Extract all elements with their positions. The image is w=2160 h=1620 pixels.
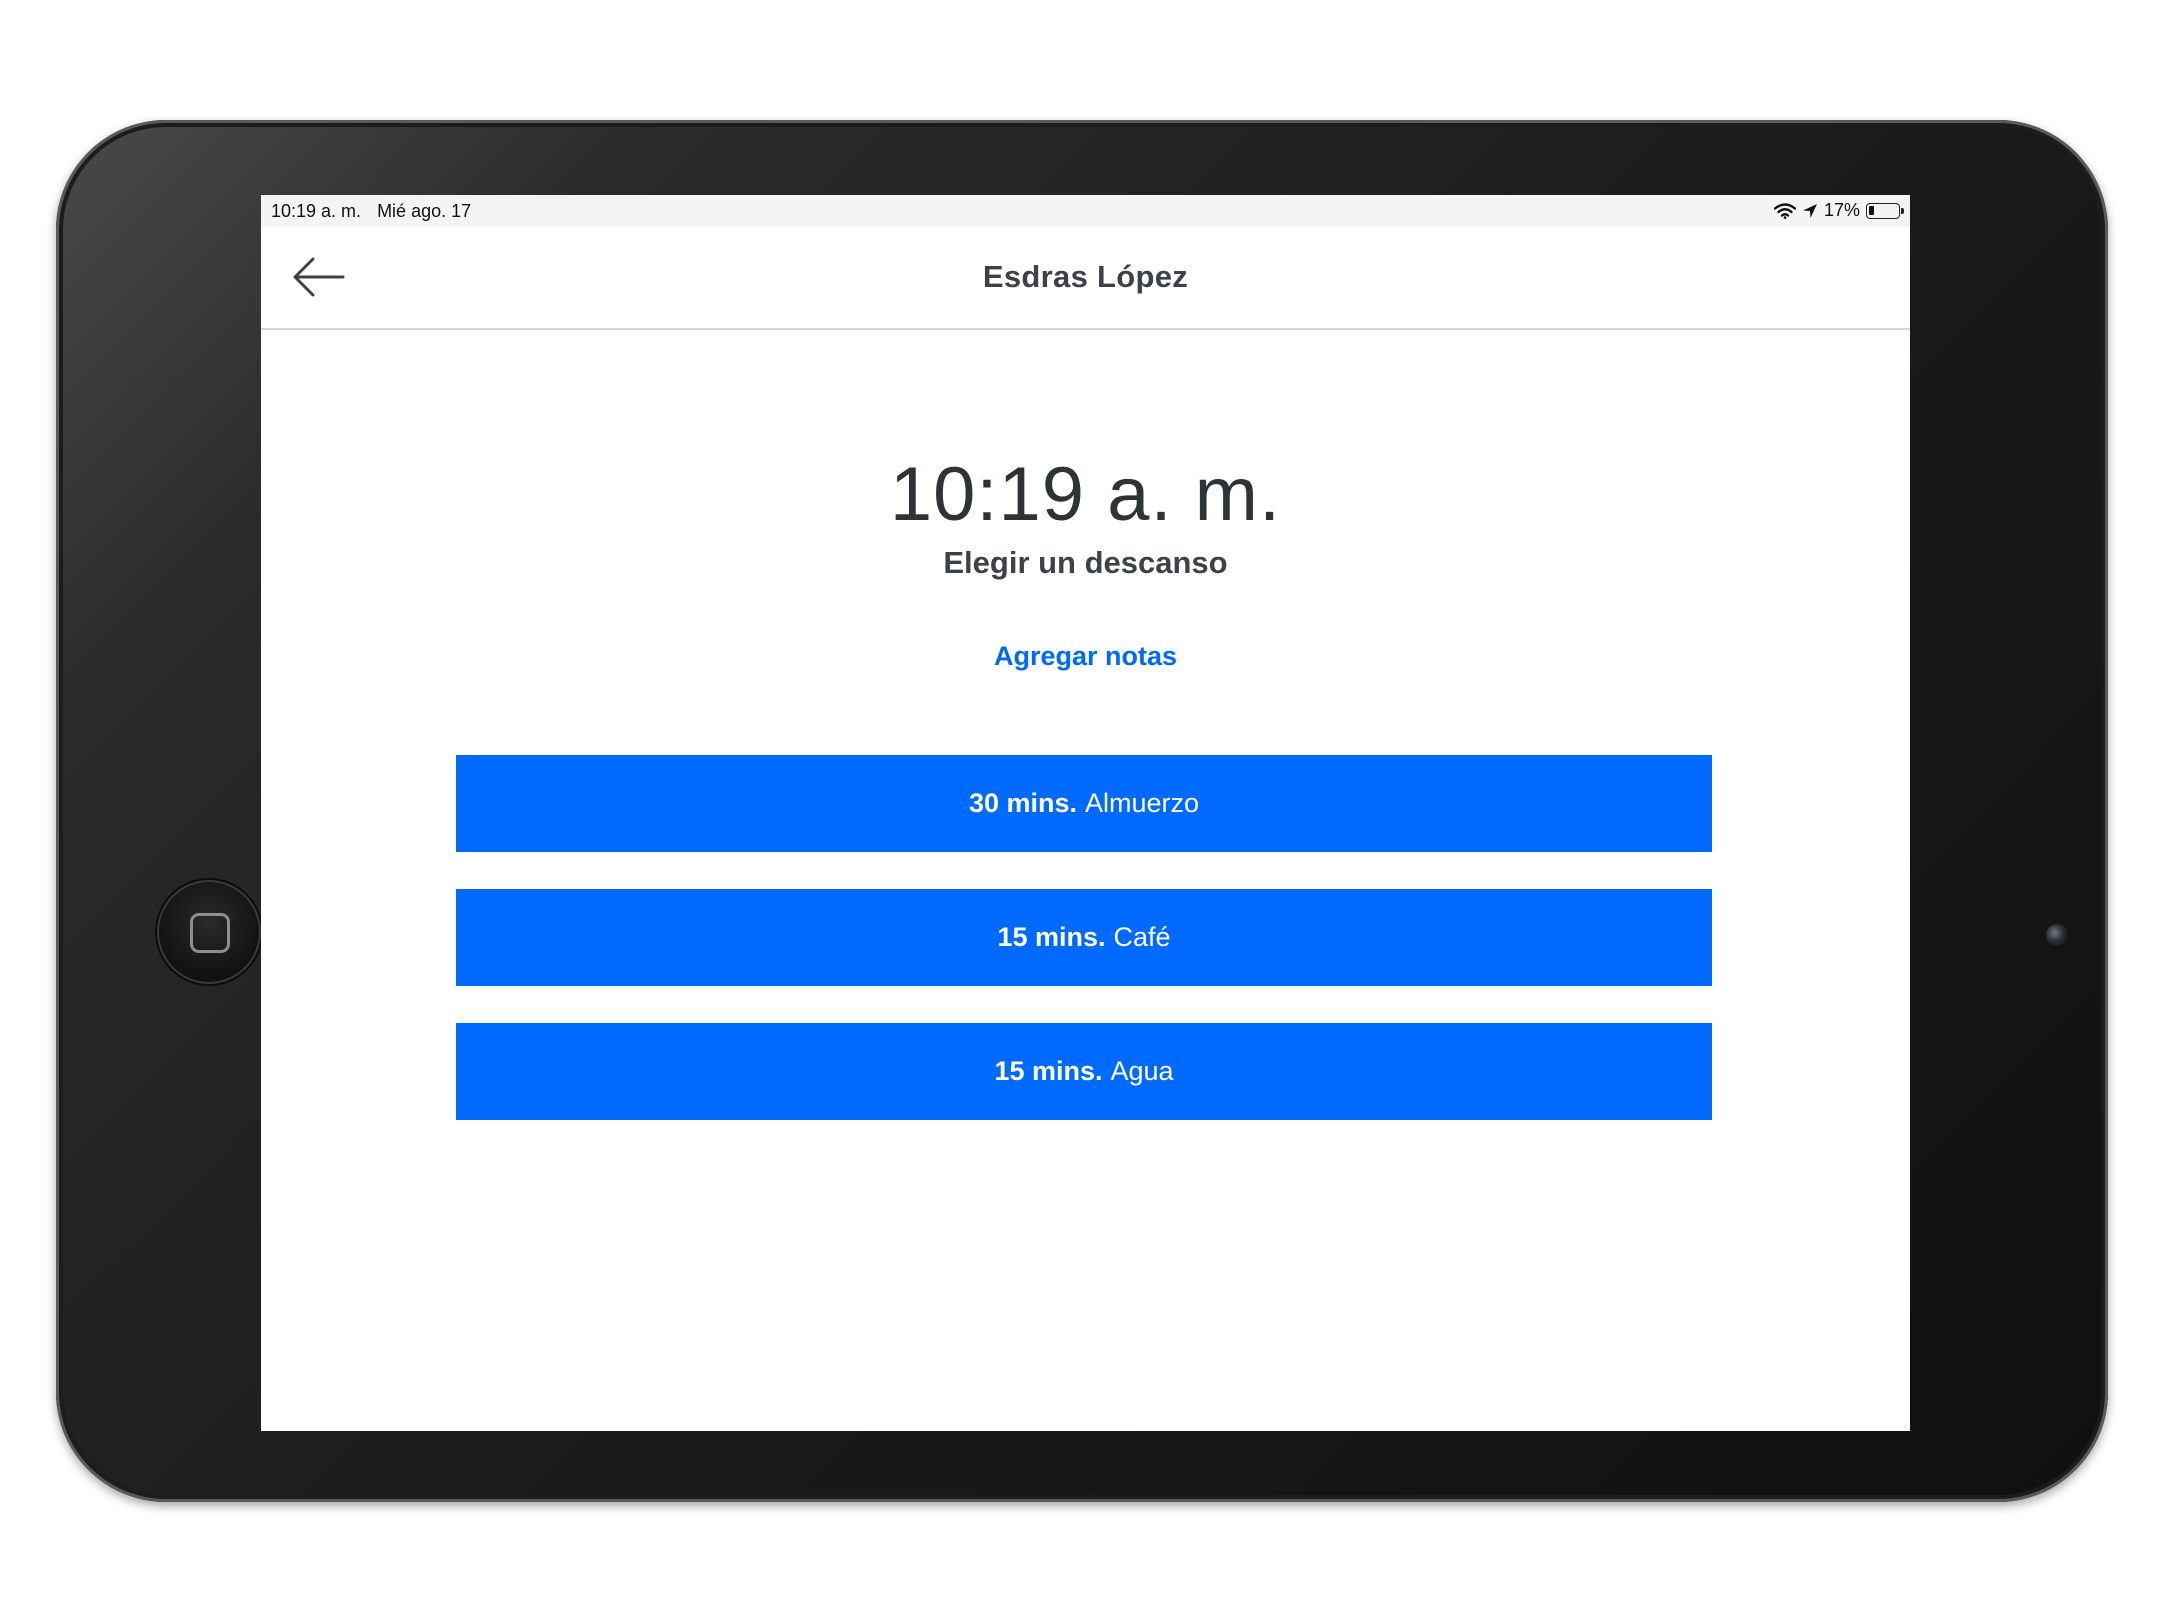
battery-fill [1869,205,1874,215]
break-name: Almuerzo [1085,788,1200,818]
break-option-water[interactable]: 15 mins. Agua [456,1023,1712,1120]
break-name: Agua [1110,1056,1174,1086]
wifi-icon [1773,202,1796,219]
camera-icon [2046,924,2068,946]
status-date: Mié ago. 17 [377,201,472,221]
add-notes-link[interactable]: Agregar notas [261,641,1910,672]
status-left: 10:19 a. m. Mié ago. 17 [271,201,471,222]
break-duration: 30 mins. [968,788,1077,818]
status-time: 10:19 a. m. [271,201,362,221]
app-screen: 10:19 a. m. Mié ago. 17 17% Esdras López… [261,195,1910,1431]
status-right: 17% [1773,200,1904,221]
battery-nub [1901,207,1904,214]
battery-percent: 17% [1823,200,1860,220]
break-name: Café [1113,922,1171,952]
break-prompt: Elegir un descanso [943,545,1228,580]
home-square-icon [190,913,230,953]
break-duration: 15 mins. [994,1056,1103,1086]
current-time: 10:19 a. m. [889,452,1282,537]
home-button[interactable] [157,880,261,984]
break-duration: 15 mins. [997,922,1106,952]
break-option-lunch[interactable]: 30 mins. Almuerzo [456,755,1712,852]
page-title: Esdras López [982,259,1189,294]
location-arrow-icon [1802,203,1817,218]
status-bar: 10:19 a. m. Mié ago. 17 17% [261,195,1910,227]
nav-header: Esdras López [261,227,1910,330]
break-option-coffee[interactable]: 15 mins. Café [456,889,1712,986]
battery-icon [1866,202,1904,219]
